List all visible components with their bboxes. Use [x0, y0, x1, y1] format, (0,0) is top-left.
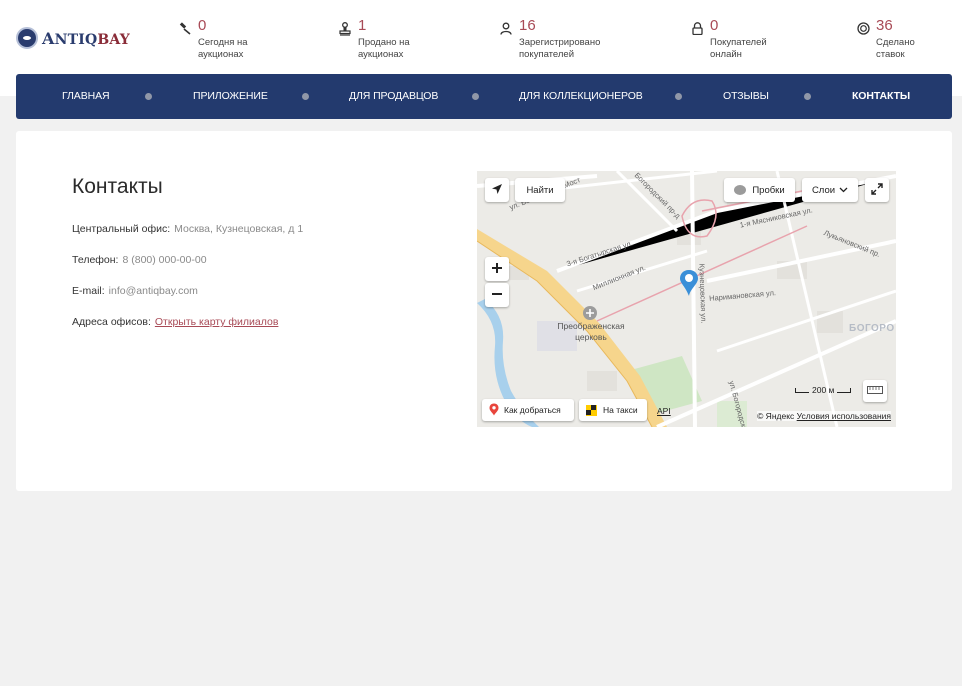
nav-item-home[interactable]: Главная	[62, 90, 110, 102]
ruler-button[interactable]	[863, 380, 887, 402]
map-search-button[interactable]: Найти	[515, 178, 565, 202]
stat-online: 0 Покупателей онлайн	[690, 17, 780, 61]
office-address: Москва, Кузнецовская, д 1	[174, 223, 304, 235]
geolocation-button[interactable]	[485, 178, 509, 202]
map-location-pin-icon[interactable]	[679, 269, 699, 302]
place-label: Преображенская церковь	[557, 321, 625, 342]
nav-item-reviews[interactable]: Отзывы	[723, 90, 769, 102]
fullscreen-button[interactable]	[865, 178, 889, 202]
traffic-button[interactable]: Пробки	[724, 178, 795, 202]
branches-row: Адреса офисов: Открыть карту филиалов	[72, 316, 279, 328]
phone-number[interactable]: 8 (800) 000-00-00	[122, 254, 206, 266]
page-title: Контакты	[72, 175, 163, 198]
taxi-button[interactable]: На такси	[579, 399, 647, 421]
expand-icon	[871, 182, 883, 198]
nav-separator	[145, 93, 152, 100]
nav-separator	[302, 93, 309, 100]
gavel-icon	[178, 22, 192, 36]
contacts-card: Контакты Центральный офис: Москва, Кузнец…	[16, 131, 952, 491]
map-copyright: © Яндекс Условия использования	[757, 411, 891, 421]
office-row: Центральный офис: Москва, Кузнецовская, д…	[72, 223, 304, 235]
logo-emblem-icon	[16, 27, 38, 49]
user-icon	[499, 22, 513, 36]
nav-separator	[804, 93, 811, 100]
minus-icon	[491, 288, 503, 303]
stat-today: 0 Сегодня на аукционах	[178, 17, 278, 61]
route-button[interactable]: Как добраться	[482, 399, 574, 421]
logo[interactable]: ANTIQBAY	[16, 27, 130, 49]
route-pin-icon	[489, 403, 499, 418]
nav-item-app[interactable]: Приложение	[193, 90, 268, 102]
coins-icon	[856, 22, 870, 36]
nav-separator	[675, 93, 682, 100]
nav-separator	[472, 93, 479, 100]
stat-registered: 16 Зарегистрировано покупателей	[499, 17, 609, 61]
stamp-icon	[338, 22, 352, 36]
open-branches-map-link[interactable]: Открыть карту филиалов	[155, 316, 279, 328]
district-label: БОГОРО	[849, 323, 895, 334]
chevron-down-icon	[839, 185, 848, 196]
taxi-icon	[586, 404, 597, 416]
terms-of-use-link[interactable]: Условия использования	[797, 411, 891, 421]
navigation-arrow-icon	[491, 183, 503, 198]
email-address[interactable]: info@antiqbay.com	[109, 285, 198, 297]
traffic-icon	[734, 185, 747, 195]
nav-item-sellers[interactable]: Для продавцов	[349, 90, 438, 102]
nav-item-collectors[interactable]: Для коллекционеров	[519, 90, 643, 102]
phone-row: Телефон: 8 (800) 000-00-00	[72, 254, 207, 266]
api-link[interactable]: API	[657, 406, 671, 416]
yandex-map[interactable]: ул. Богородский Мост Богородский пр-д 3-…	[477, 171, 896, 427]
zoom-in-button[interactable]	[485, 257, 509, 281]
ruler-icon	[867, 385, 883, 397]
stat-bids: 36 Сделано ставок	[856, 17, 926, 61]
map-scale: 200 м	[795, 385, 852, 395]
stat-sold: 1 Продано на аукционах	[338, 17, 438, 61]
main-nav: Главная Приложение Для продавцов Для кол…	[16, 74, 952, 119]
email-row: E-mail: info@antiqbay.com	[72, 285, 198, 297]
zoom-out-button[interactable]	[485, 283, 509, 307]
plus-icon	[491, 262, 503, 277]
nav-item-contacts[interactable]: Контакты	[852, 90, 910, 102]
lock-icon	[690, 22, 704, 36]
layers-button[interactable]: Слои	[802, 178, 858, 202]
